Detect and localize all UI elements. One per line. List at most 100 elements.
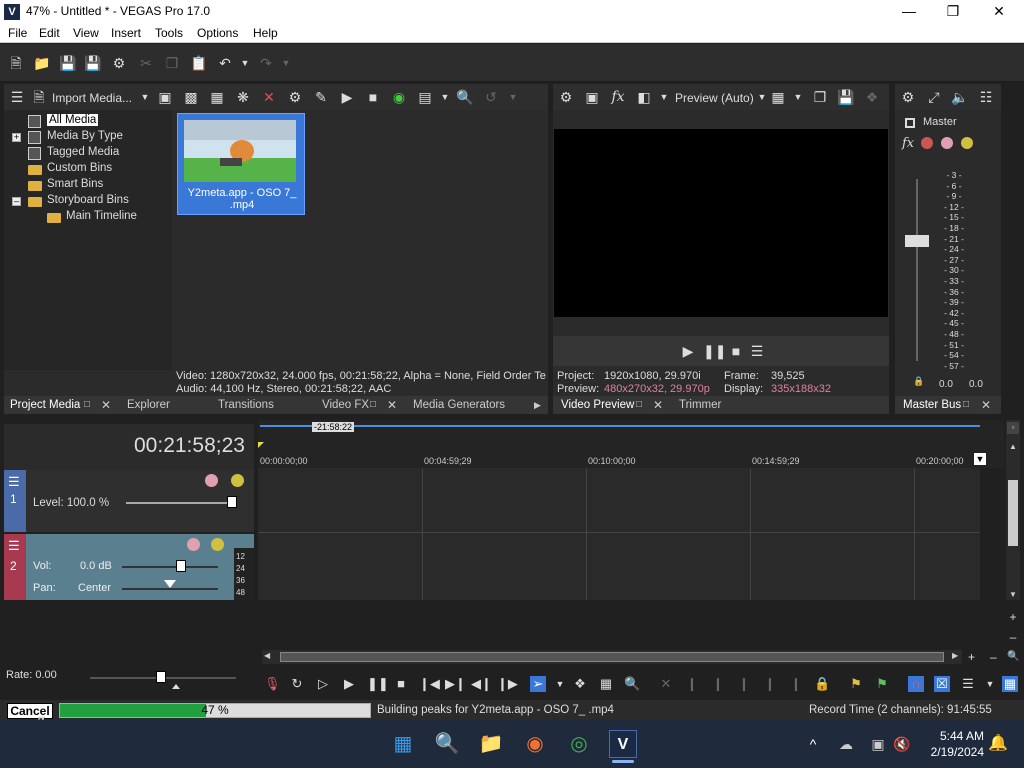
tab-master-bus[interactable]: Master Bus: [903, 396, 961, 414]
settings-icon[interactable]: ⚙: [110, 54, 128, 72]
cut-icon[interactable]: ✂: [137, 54, 155, 72]
tree-item-smart-bins[interactable]: Smart Bins: [47, 178, 103, 190]
overlays-dropdown-icon[interactable]: ▼: [789, 88, 807, 106]
scrollbar-thumb[interactable]: [1008, 480, 1018, 546]
tab-video-preview[interactable]: Video Preview: [561, 396, 634, 414]
next-frame-icon[interactable]: ❙▶: [497, 676, 518, 692]
tab-transitions[interactable]: Transitions: [218, 396, 274, 414]
tree-item-media-by-type[interactable]: Media By Type: [47, 130, 123, 142]
external-monitor-icon[interactable]: ▣: [583, 88, 601, 106]
preview-play-icon[interactable]: ▶: [679, 342, 697, 360]
properties-icon[interactable]: ⚙: [286, 88, 304, 106]
import-media-button[interactable]: Import Media...: [52, 91, 132, 105]
preview-settings-icon[interactable]: ⚙: [557, 88, 575, 106]
downmix-icon[interactable]: ⤢: [925, 88, 943, 106]
file-explorer-icon[interactable]: 📁: [477, 730, 505, 758]
envelope-tool-icon[interactable]: ❖: [572, 676, 588, 692]
auto-ripple-icon[interactable]: ☰: [960, 676, 976, 692]
loop-icon[interactable]: ↻: [289, 676, 305, 692]
master-checkbox[interactable]: [905, 118, 915, 128]
scroll-down-icon[interactable]: ▼: [1009, 590, 1017, 599]
collapse-icon[interactable]: –: [12, 197, 21, 206]
end-marker-icon[interactable]: ▼: [974, 453, 986, 465]
mute-icon[interactable]: [205, 474, 218, 487]
import-media-icon[interactable]: 🗎: [30, 88, 48, 106]
firefox-icon[interactable]: ◉: [521, 730, 549, 758]
auto-crossfade-icon[interactable]: ☒: [934, 676, 950, 692]
overlays-icon[interactable]: ▦: [769, 88, 787, 106]
search-icon[interactable]: 🔍: [456, 88, 474, 106]
undock-icon[interactable]: □: [636, 396, 642, 414]
scroll-up-icon[interactable]: ▲: [1009, 442, 1017, 451]
record-icon[interactable]: 🎙: [264, 676, 281, 692]
mute-icon[interactable]: [941, 137, 953, 149]
solo-icon[interactable]: [211, 538, 224, 551]
pause-icon[interactable]: ❚❚: [367, 676, 389, 692]
track-menu-icon[interactable]: ☰: [8, 538, 20, 554]
tab-media-generators[interactable]: Media Generators: [413, 396, 505, 414]
chrome-icon[interactable]: ◎: [565, 730, 593, 758]
media-fx-chain-icon[interactable]: ✎: [312, 88, 330, 106]
notification-bell-icon[interactable]: 🔔: [984, 730, 1012, 758]
fx-icon[interactable]: fx: [609, 88, 627, 106]
media-fx-icon[interactable]: ❋: [234, 88, 252, 106]
views-dropdown-icon[interactable]: ▼: [436, 88, 454, 106]
preview-stop-icon[interactable]: ■: [727, 342, 745, 360]
menu-insert[interactable]: Insert: [111, 26, 141, 40]
insert-region-icon[interactable]: ⚑: [874, 676, 890, 692]
solo-icon[interactable]: [231, 474, 244, 487]
track-1-header[interactable]: ☰ 1 Level: 100.0 %: [4, 470, 254, 532]
scroll-left-icon[interactable]: ◀: [264, 651, 270, 660]
snapping-icon[interactable]: ∩: [908, 676, 924, 692]
paste-icon[interactable]: 📋: [190, 54, 208, 72]
play-icon[interactable]: ▶: [341, 676, 357, 692]
import-dropdown-icon[interactable]: ▼: [136, 88, 154, 106]
master-fader-knob[interactable]: [905, 235, 929, 247]
horizontal-scroll-thumb[interactable]: [280, 652, 944, 662]
undock-icon[interactable]: □: [963, 396, 969, 414]
rate-slider-knob[interactable]: [156, 671, 166, 683]
network-icon[interactable]: ☁: [832, 730, 860, 758]
close-tab-icon[interactable]: ✕: [387, 396, 397, 414]
minimize-icon[interactable]: —: [886, 0, 932, 23]
zoom-out-vertical-icon[interactable]: –: [1006, 630, 1020, 644]
refresh-dropdown-icon[interactable]: ▼: [504, 88, 522, 106]
tree-item-custom-bins[interactable]: Custom Bins: [47, 162, 112, 174]
vol-slider-knob[interactable]: [176, 560, 186, 572]
tab-scroll-right-icon[interactable]: ▶: [534, 396, 541, 414]
zoom-in-vertical-icon[interactable]: +: [1006, 610, 1020, 624]
media-clip[interactable]: Y2meta.app - OSO 7_ .mp4: [177, 113, 305, 215]
save-icon[interactable]: 💾: [59, 54, 77, 72]
split-dropdown-icon[interactable]: ▼: [655, 88, 673, 106]
automation-icon[interactable]: [921, 137, 933, 149]
start-windows-icon[interactable]: ▦: [389, 730, 417, 758]
play-from-start-icon[interactable]: ▷: [315, 676, 331, 692]
track-2-header[interactable]: ☰ 2 Vol: 0.0 dB Pan: Center 12 24 36 48: [4, 534, 254, 600]
vertical-scrollbar[interactable]: ▫ ▲ ▼: [1006, 420, 1020, 600]
undo-icon[interactable]: ↶: [216, 54, 234, 72]
tree-item-tagged-media[interactable]: Tagged Media: [47, 146, 119, 158]
scroll-right-icon[interactable]: ▶: [952, 651, 958, 660]
capture-icon[interactable]: ▣: [156, 88, 174, 106]
master-settings-icon[interactable]: ⚙: [899, 88, 917, 106]
horizontal-scrollbar[interactable]: ◀ ▶: [262, 650, 962, 664]
preview-quality-select[interactable]: Preview (Auto): [675, 91, 754, 105]
stop-icon[interactable]: ■: [364, 88, 382, 106]
track-menu-icon[interactable]: ☰: [8, 474, 20, 490]
redo-dropdown-icon[interactable]: ▼: [277, 54, 295, 72]
tab-trimmer[interactable]: Trimmer: [679, 396, 721, 414]
stabilize-icon[interactable]: ❖: [863, 88, 881, 106]
mute-icon[interactable]: [187, 538, 200, 551]
remove-unused-icon[interactable]: ▦: [208, 88, 226, 106]
save-as-icon[interactable]: 💾: [84, 54, 102, 72]
lock-icon[interactable]: 🔒: [913, 376, 924, 387]
menu-help[interactable]: Help: [253, 26, 278, 40]
dim-icon[interactable]: 🔈: [951, 88, 969, 106]
level-slider-knob[interactable]: [227, 496, 237, 508]
edit-tool-dropdown-icon[interactable]: ▼: [552, 676, 568, 692]
undo-dropdown-icon[interactable]: ▼: [236, 54, 254, 72]
volume-muted-icon[interactable]: 🔇: [888, 730, 916, 758]
zoom-out-icon[interactable]: –: [990, 650, 997, 664]
auto-preview-icon[interactable]: ◉: [390, 88, 408, 106]
taskbar-search-icon[interactable]: 🔍: [433, 730, 461, 758]
